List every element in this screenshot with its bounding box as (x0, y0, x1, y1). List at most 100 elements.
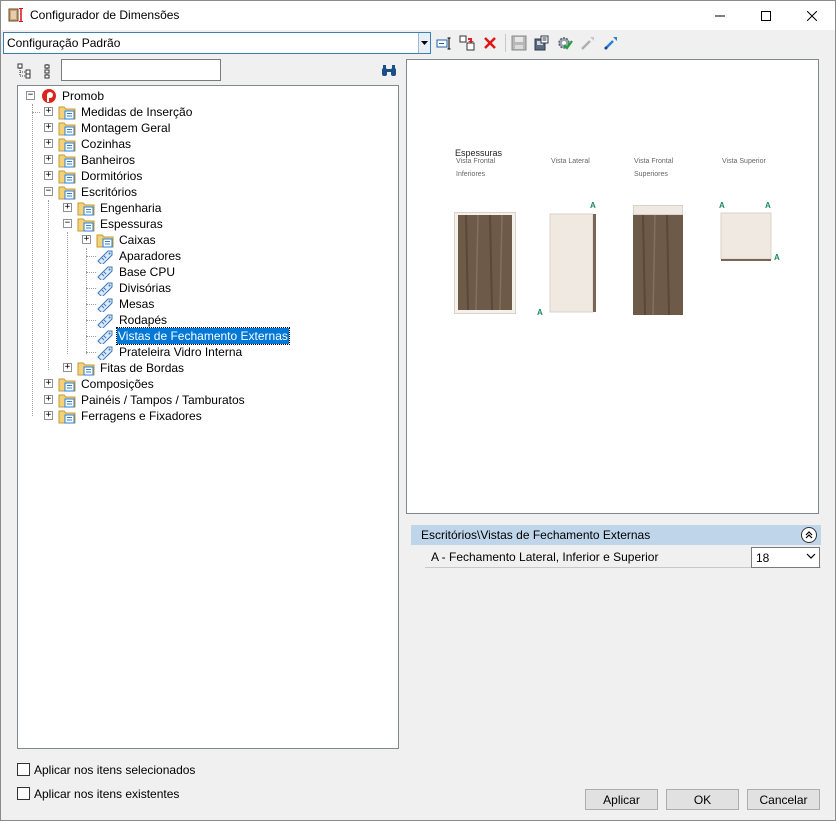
expand-toggle[interactable]: + (44, 123, 53, 132)
expand-toggle[interactable]: + (82, 235, 91, 244)
close-button[interactable] (789, 1, 835, 30)
folder-config-icon (58, 394, 76, 408)
dimension-a-label: A (590, 201, 596, 210)
tree-node-rodapes[interactable]: Rodapés (18, 312, 378, 328)
gear-check-icon (558, 37, 573, 50)
binoculars-icon[interactable] (381, 63, 397, 79)
property-panel: Escritórios\Vistas de Fechamento Externa… (411, 525, 821, 571)
folder-config-icon (58, 138, 76, 152)
tree-node-label: Composições (81, 377, 154, 391)
property-group-header[interactable]: Escritórios\Vistas de Fechamento Externa… (411, 525, 821, 545)
cancel-button[interactable]: Cancelar (747, 789, 820, 810)
expand-toggle[interactable]: + (44, 379, 53, 388)
save-button[interactable] (510, 34, 528, 52)
tree-node-montagem-geral[interactable]: + Montagem Geral (18, 120, 378, 136)
tree-node-base-cpu[interactable]: Base CPU (18, 264, 378, 280)
pencil-arrow-icon (581, 37, 594, 50)
copy-config-button[interactable] (458, 34, 476, 52)
tree-node-promob[interactable]: − Promob (18, 88, 378, 104)
rename-icon (436, 37, 451, 50)
config-tree[interactable]: − Promob + Medidas de Inserção + Montage… (17, 85, 399, 749)
configuration-combo[interactable]: Configuração Padrão (3, 32, 431, 54)
apply-selected-checkbox[interactable] (17, 763, 30, 776)
tree-node-ferragens-fixadores[interactable]: + Ferragens e Fixadores (18, 408, 378, 424)
tree-connector (86, 304, 96, 305)
collapse-toggle[interactable]: − (26, 91, 35, 100)
tree-node-label: Montagem Geral (81, 121, 171, 135)
tree-node-composicoes[interactable]: + Composições (18, 376, 378, 392)
collapse-toggle[interactable]: − (63, 219, 72, 228)
expand-toggle[interactable]: + (44, 411, 53, 420)
dimension-a-label: A (774, 253, 780, 262)
apply-button[interactable]: Aplicar (585, 789, 658, 810)
property-row: A - Fechamento Lateral, Inferior e Super… (425, 547, 821, 568)
collapse-all-icon[interactable] (39, 63, 55, 79)
folder-config-icon (77, 202, 95, 216)
tree-connector (86, 320, 96, 321)
tree-node-mesas[interactable]: Mesas (18, 296, 378, 312)
delete-config-button[interactable] (481, 34, 499, 52)
collapse-toggle[interactable]: − (44, 187, 53, 196)
preview-label-superiores: Superiores (634, 171, 668, 178)
dimension-tag-icon (97, 314, 113, 328)
tree-node-vistas-fechamento-externas[interactable]: Vistas de Fechamento Externas (18, 327, 378, 345)
tree-node-banheiros[interactable]: + Banheiros (18, 152, 378, 168)
tree-node-label: Ferragens e Fixadores (81, 409, 202, 423)
apply-existing-label[interactable]: Aplicar nos itens existentes (34, 787, 179, 801)
edit-tool-button[interactable] (602, 34, 620, 52)
chevron-down-icon (806, 553, 816, 559)
rename-config-button[interactable] (435, 34, 453, 52)
tree-node-label: Painéis / Tampos / Tamburatos (81, 393, 245, 407)
tree-node-divisorias[interactable]: Divisórias (18, 280, 378, 296)
apply-existing-checkbox[interactable] (17, 787, 30, 800)
maximize-button[interactable] (743, 1, 789, 30)
minimize-button[interactable] (697, 1, 743, 30)
combo-dropdown-arrow[interactable] (418, 33, 430, 53)
tree-node-dormitorios[interactable]: + Dormitórios (18, 168, 378, 184)
collapse-group-button[interactable] (801, 527, 817, 543)
property-group-title: Escritórios\Vistas de Fechamento Externa… (421, 528, 651, 542)
tree-node-engenharia[interactable]: + Engenharia (18, 200, 378, 216)
tree-node-label: Engenharia (100, 201, 162, 215)
dialog-window: Configurador de Dimensões Configuração P… (0, 0, 836, 821)
tree-node-paineis-tampos[interactable]: + Painéis / Tampos / Tamburatos (18, 392, 378, 408)
expand-toggle[interactable]: + (44, 139, 53, 148)
toolbar-separator (505, 34, 506, 52)
thickness-select[interactable]: 18 (751, 547, 820, 568)
expand-toggle[interactable]: + (44, 395, 53, 404)
preview-label-vista-frontal: Vista Frontal (456, 158, 496, 165)
tree-node-label: Prateleira Vidro Interna (119, 345, 243, 359)
expand-toggle[interactable]: + (44, 107, 53, 116)
apply-selected-label[interactable]: Aplicar nos itens selecionados (34, 763, 195, 777)
tree-connector (32, 112, 40, 113)
dimension-tag-icon (97, 346, 113, 360)
disabled-tool-button[interactable] (579, 34, 597, 52)
preview-label-vista-frontal-2: Vista Frontal (634, 158, 674, 165)
preview-label-vista-superior: Vista Superior (722, 158, 766, 165)
tree-node-aparadores[interactable]: Aparadores (18, 248, 378, 264)
expand-toggle[interactable]: + (63, 363, 72, 372)
promob-logo-icon (42, 89, 56, 103)
thickness-select-value: 18 (756, 551, 770, 565)
folder-config-icon (58, 154, 76, 168)
expand-toggle[interactable]: + (44, 171, 53, 180)
tree-search-input[interactable] (61, 59, 221, 81)
folder-config-icon (58, 122, 76, 136)
tree-node-medidas-insercao[interactable]: + Medidas de Inserção (18, 104, 378, 120)
tree-node-escritorios[interactable]: − Escritórios (18, 184, 378, 200)
apply-settings-button[interactable] (556, 34, 574, 52)
export-icon (534, 35, 549, 51)
tree-node-cozinhas[interactable]: + Cozinhas (18, 136, 378, 152)
expand-all-icon[interactable] (17, 63, 33, 79)
tree-node-fitas-bordas[interactable]: + Fitas de Bordas (18, 360, 378, 376)
tree-node-prateleira-vidro-interna[interactable]: Prateleira Vidro Interna (18, 344, 378, 360)
export-button[interactable] (532, 34, 550, 52)
tree-node-label: Fitas de Bordas (100, 361, 185, 375)
tree-node-espessuras[interactable]: − Espessuras (18, 216, 378, 232)
ok-button[interactable]: OK (666, 789, 739, 810)
tree-node-label-selected: Vistas de Fechamento Externas (116, 327, 290, 345)
tree-node-label: Divisórias (119, 281, 172, 295)
tree-node-caixas[interactable]: + Caixas (18, 232, 378, 248)
expand-toggle[interactable]: + (63, 203, 72, 212)
expand-toggle[interactable]: + (44, 155, 53, 164)
